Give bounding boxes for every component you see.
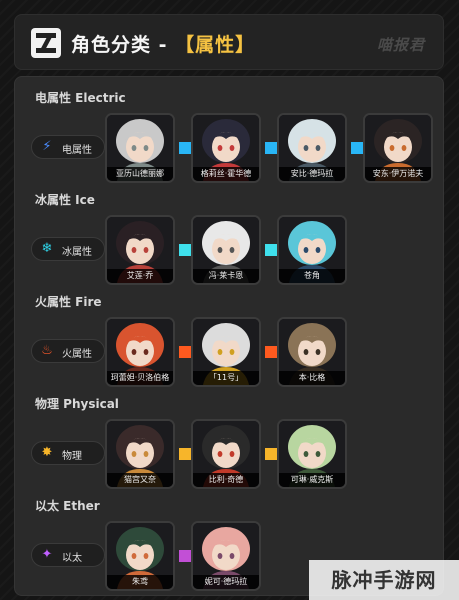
- gear-burst-icon: ✸: [41, 445, 53, 460]
- attribute-panel: 电属性 Electric ⚡ 电属性亚历山德丽娜 格莉丝·霍华德 安比·德玛拉 安东·伊万…: [14, 76, 444, 596]
- character-name: 冯·莱卡恩: [193, 269, 259, 283]
- character-name: 朱鸢: [107, 575, 173, 589]
- attribute-tag-label: 火属性: [62, 349, 92, 360]
- connector-square-fire: [179, 346, 191, 358]
- attribute-tag-label: 物理: [62, 451, 82, 462]
- character-name: 安比·德玛拉: [279, 167, 345, 181]
- character-name: 比利·奇德: [193, 473, 259, 487]
- character-name: 猫宫又奈: [107, 473, 173, 487]
- character-card[interactable]: 朱鸢: [105, 521, 175, 591]
- connector-square-ice: [179, 244, 191, 256]
- site-watermark: 脉冲手游网: [309, 560, 459, 600]
- header-watermark: 喵报君: [376, 36, 425, 54]
- character-card[interactable]: 珂蕾妲·贝洛伯格: [105, 317, 175, 387]
- attribute-tag-label: 电属性: [62, 145, 92, 156]
- character-name: 珂蕾妲·贝洛伯格: [107, 371, 173, 385]
- section-fire: 火属性 Fire ♨ 火属性珂蕾妲·贝洛伯格 「11号」 本·比格: [15, 293, 445, 393]
- attribute-tag-fire[interactable]: ♨ 火属性: [31, 339, 105, 363]
- snowflake-icon: ❄: [41, 241, 53, 256]
- connector-square-ether: [179, 550, 191, 562]
- page-title: 角色分类 - 【属性】: [71, 30, 255, 57]
- connector-square-ice: [265, 244, 277, 256]
- character-card[interactable]: 本·比格: [277, 317, 347, 387]
- attribute-tag-label: 冰属性: [62, 247, 92, 258]
- connector-square-electric: [351, 142, 363, 154]
- section-title-ether: 以太 Ether: [35, 499, 100, 513]
- character-card[interactable]: 可琳·威克斯: [277, 419, 347, 489]
- connector-square-electric: [179, 142, 191, 154]
- attribute-tag-ice[interactable]: ❄ 冰属性: [31, 237, 105, 261]
- section-title-physical: 物理 Physical: [35, 397, 119, 411]
- character-card[interactable]: 妮可·德玛拉: [191, 521, 261, 591]
- section-title-fire: 火属性 Fire: [35, 295, 102, 309]
- connector-square-fire: [265, 346, 277, 358]
- attribute-tag-label: 以太: [62, 553, 82, 564]
- character-card[interactable]: 「11号」: [191, 317, 261, 387]
- character-name: 安东·伊万诺夫: [365, 167, 431, 181]
- character-name: 可琳·威克斯: [279, 473, 345, 487]
- electric-bolt-icon: ⚡: [42, 139, 52, 154]
- character-name: 苍角: [279, 269, 345, 283]
- character-card[interactable]: 格莉丝·霍华德: [191, 113, 261, 183]
- attribute-tag-physical[interactable]: ✸ 物理: [31, 441, 105, 465]
- character-card[interactable]: 冯·莱卡恩: [191, 215, 261, 285]
- zzz-logo-icon: [31, 28, 61, 58]
- connector-square-physical: [179, 448, 191, 460]
- character-card[interactable]: 苍角: [277, 215, 347, 285]
- character-name: 亚历山德丽娜: [107, 167, 173, 181]
- section-electric: 电属性 Electric ⚡ 电属性亚历山德丽娜 格莉丝·霍华德 安比·德玛拉 安东·伊万…: [15, 89, 445, 189]
- character-card[interactable]: 艾莲·乔: [105, 215, 175, 285]
- attribute-tag-ether[interactable]: ✦ 以太: [31, 543, 105, 567]
- header-bar: 角色分类 - 【属性】 喵报君: [14, 14, 444, 70]
- ether-sparkle-icon: ✦: [41, 547, 53, 562]
- attribute-tag-electric[interactable]: ⚡ 电属性: [31, 135, 105, 159]
- section-title-ice: 冰属性 Ice: [35, 193, 95, 207]
- connector-square-electric: [265, 142, 277, 154]
- character-card[interactable]: 安东·伊万诺夫: [363, 113, 433, 183]
- character-card[interactable]: 比利·奇德: [191, 419, 261, 489]
- character-name: 格莉丝·霍华德: [193, 167, 259, 181]
- flame-icon: ♨: [41, 343, 53, 358]
- title-main: 角色分类 -: [71, 34, 176, 56]
- character-name: 艾莲·乔: [107, 269, 173, 283]
- character-name: 「11号」: [193, 371, 259, 385]
- section-title-electric: 电属性 Electric: [35, 91, 126, 105]
- section-physical: 物理 Physical ✸ 物理猫宫又奈 比利·奇德 可琳·威克斯: [15, 395, 445, 495]
- character-card[interactable]: 亚历山德丽娜: [105, 113, 175, 183]
- character-name: 妮可·德玛拉: [193, 575, 259, 589]
- character-name: 本·比格: [279, 371, 345, 385]
- title-accent: 【属性】: [175, 34, 256, 56]
- section-ice: 冰属性 Ice ❄ 冰属性艾莲·乔 冯·莱卡恩 苍角: [15, 191, 445, 291]
- connector-square-physical: [265, 448, 277, 460]
- character-card[interactable]: 猫宫又奈: [105, 419, 175, 489]
- character-card[interactable]: 安比·德玛拉: [277, 113, 347, 183]
